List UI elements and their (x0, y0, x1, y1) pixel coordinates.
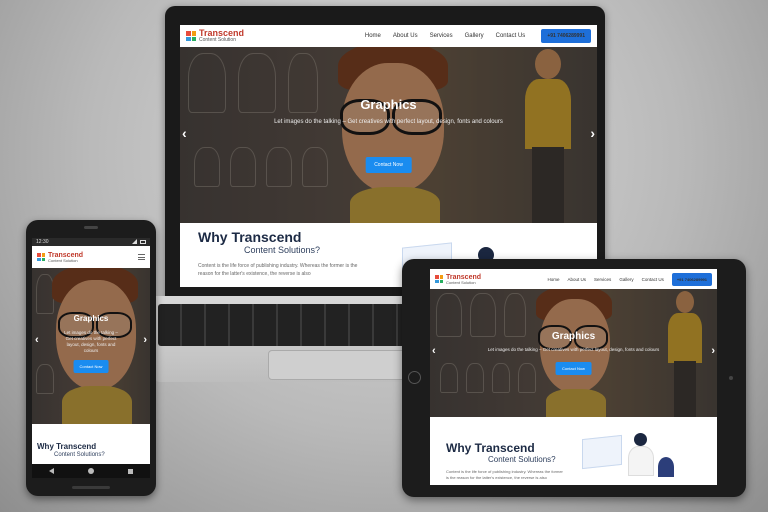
why-title: Why Transcend (198, 229, 302, 245)
why-body-text: Content is the life force of publishing … (446, 469, 563, 480)
nav-item-about[interactable]: About Us (568, 277, 587, 282)
brand-logo[interactable]: Transcend Content Solution (186, 29, 244, 43)
tablet-screen: Transcend Content Solution Home About Us… (430, 269, 717, 485)
hero-title: Graphics (551, 331, 596, 342)
mobile-header: Transcend Content Solution (32, 246, 150, 268)
brand-tagline: Content Solution (199, 37, 236, 43)
illustration-person-head (634, 433, 647, 446)
hero-banner: Graphics Let images do the talking – Get… (430, 289, 717, 417)
tablet-home-button (408, 371, 421, 384)
slider-next-arrow-icon[interactable]: › (590, 125, 595, 141)
brand-tagline: Content Solution (48, 257, 78, 263)
why-subtitle: Content Solutions? (54, 452, 105, 458)
site-header: Transcend Content Solution Home About Us… (430, 269, 717, 289)
why-title: Why Transcend (446, 441, 535, 455)
logo-mark-icon (435, 275, 443, 283)
logo-mark-icon (37, 253, 45, 261)
why-section: Why Transcend Content Solutions? Content… (430, 417, 717, 485)
phone-button[interactable]: +91 7406289991 (541, 29, 591, 43)
hero-subtitle: Let images do the talking – Get creative… (64, 330, 118, 354)
why-section: Why Transcend Content Solutions? (32, 424, 150, 464)
why-body-text: Content is the life force of publishing … (198, 263, 358, 277)
laptop-screen: Transcend Content Solution Home About Us… (180, 25, 597, 287)
brand-tagline: Content Solution (446, 279, 476, 285)
illustration-card (582, 434, 622, 470)
slider-prev-arrow-icon[interactable]: ‹ (432, 345, 436, 357)
back-icon[interactable] (49, 468, 54, 474)
nav-item-services[interactable]: Services (594, 277, 611, 282)
slider-next-arrow-icon[interactable]: › (143, 334, 147, 346)
contact-now-button[interactable]: Contact Now (555, 362, 592, 375)
hero-title: Graphics (73, 314, 109, 323)
phone-status-bar: 12:30 (32, 238, 150, 246)
nav-item-about[interactable]: About Us (393, 33, 418, 39)
slider-prev-arrow-icon[interactable]: ‹ (182, 125, 187, 141)
brand-logo[interactable]: Transcend Content Solution (435, 274, 481, 285)
nav-item-home[interactable]: Home (365, 33, 381, 39)
nav-item-contact[interactable]: Contact Us (496, 33, 526, 39)
brand-logo[interactable]: Transcend Content Solution (37, 252, 83, 263)
contact-now-button[interactable]: Contact Now (73, 360, 109, 373)
hero-banner: Graphics Let images do the talking – Get… (32, 268, 150, 424)
tablet-camera (729, 376, 733, 380)
nav-item-gallery[interactable]: Gallery (465, 33, 484, 39)
phone-speaker (72, 486, 110, 489)
hamburger-menu-icon[interactable] (138, 254, 145, 260)
nav-item-services[interactable]: Services (430, 33, 453, 39)
site-header: Transcend Content Solution Home About Us… (180, 25, 597, 47)
status-time: 12:30 (36, 239, 49, 245)
illustration-person-body (628, 446, 654, 476)
slider-next-arrow-icon[interactable]: › (711, 345, 715, 357)
battery-icon (140, 240, 146, 244)
logo-mark-icon (186, 31, 196, 41)
why-title: Why Transcend (37, 442, 97, 451)
phone-screen: 12:30 Transcend Content Solution Graphic… (32, 238, 150, 478)
illustration-person2 (658, 457, 674, 477)
recents-square-icon[interactable] (128, 468, 133, 474)
nav-item-contact[interactable]: Contact Us (642, 277, 664, 282)
hero-subtitle: Let images do the talking – Get creative… (274, 119, 503, 125)
phone-camera (84, 226, 98, 229)
hero-banner: Graphics Let images do the talking – Get… (180, 47, 597, 223)
nav-item-gallery[interactable]: Gallery (619, 277, 633, 282)
contact-now-button[interactable]: Contact Now (365, 157, 412, 173)
main-menu: Home About Us Services Gallery Contact U… (548, 272, 712, 286)
slider-prev-arrow-icon[interactable]: ‹ (35, 334, 39, 346)
why-subtitle: Content Solutions? (488, 455, 556, 464)
main-menu: Home About Us Services Gallery Contact U… (365, 29, 591, 43)
why-subtitle: Content Solutions? (244, 245, 321, 255)
home-circle-icon[interactable] (88, 468, 94, 474)
hero-title: Graphics (360, 97, 417, 112)
android-nav-bar (32, 464, 150, 478)
hero-subtitle: Let images do the talking – Get creative… (487, 347, 660, 352)
nav-item-home[interactable]: Home (548, 277, 560, 282)
signal-icon (132, 239, 137, 244)
phone-button[interactable]: +91 7406289991 (671, 272, 712, 286)
